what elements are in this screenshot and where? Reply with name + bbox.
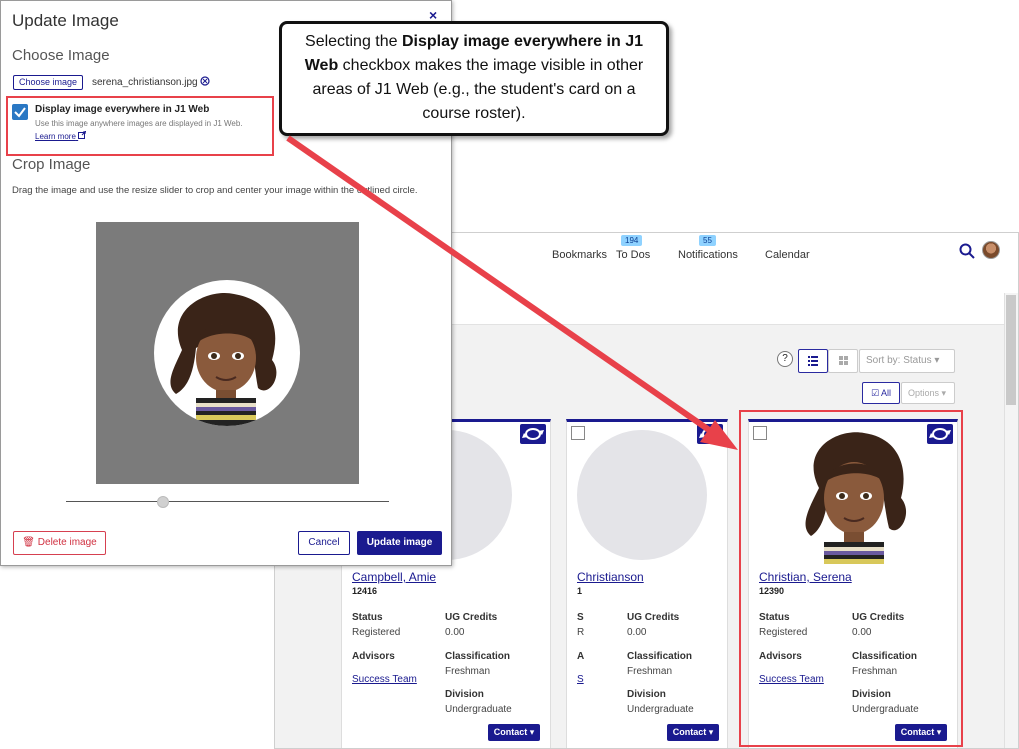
filename-text: serena_christianson.jpg — [92, 77, 198, 88]
select-all-button[interactable]: ☑ All — [862, 382, 900, 404]
display-everywhere-checkbox[interactable] — [12, 104, 28, 120]
crop-image-heading: Crop Image — [12, 156, 91, 173]
credits-label: UG Credits — [627, 612, 680, 623]
sort-by-label: Sort by: Status — [866, 355, 932, 366]
division-value: Undergraduate — [627, 704, 694, 715]
crop-canvas[interactable] — [96, 222, 359, 484]
advisors-label: A — [577, 651, 585, 662]
checkmark-icon — [14, 107, 26, 118]
nav-notifications[interactable]: Notifications — [678, 249, 738, 261]
contact-label: Contact — [672, 727, 707, 737]
grid-view-icon — [839, 356, 848, 365]
list-view-icon — [808, 356, 818, 366]
help-button[interactable]: ? — [777, 351, 793, 367]
choose-image-heading: Choose Image — [12, 47, 110, 64]
swap-icon — [699, 428, 721, 440]
options-dropdown[interactable]: Options ▾ — [901, 382, 955, 404]
chevron-down-icon: ▾ — [941, 388, 947, 398]
clear-file-icon[interactable] — [200, 76, 211, 86]
advisors-label: Advisors — [352, 651, 395, 662]
classification-value: Freshman — [445, 666, 491, 677]
grid-view-button[interactable] — [828, 349, 858, 373]
advisor-link[interactable]: S — [577, 674, 584, 685]
advisor-link[interactable]: Success Team — [352, 674, 417, 685]
student-id: 12416 — [352, 586, 378, 596]
student-id: 1 — [577, 586, 583, 596]
learn-more-label: Learn more — [35, 132, 76, 141]
student-card-christianson: Christianson 1 S R UG Credits 0.00 A S C… — [566, 419, 728, 748]
nav-todos[interactable]: To Dos — [616, 249, 650, 261]
contact-label: Contact — [493, 727, 528, 737]
chevron-down-icon: ▾ — [934, 355, 940, 366]
credits-value: 0.00 — [627, 627, 647, 638]
options-label: Options — [908, 388, 940, 398]
list-view-button[interactable] — [798, 349, 828, 373]
trash-icon: 🗑 — [22, 537, 35, 548]
status-label: S — [577, 612, 584, 623]
contact-button[interactable]: Contact ▾ — [667, 724, 719, 741]
status-value: R — [577, 627, 585, 638]
student-name-link[interactable]: Christianson — [577, 570, 644, 584]
division-label: Division — [627, 689, 666, 700]
status-value: Registered — [352, 627, 401, 638]
select-all-label: All — [881, 388, 892, 398]
learn-more-link[interactable]: Learn more — [35, 130, 87, 141]
display-everywhere-help: Use this image anywhere images are displ… — [35, 119, 243, 128]
delete-image-label: Delete image — [37, 537, 97, 548]
nav-bookmarks[interactable]: Bookmarks — [552, 249, 607, 261]
user-avatar[interactable] — [982, 241, 1000, 259]
credits-label: UG Credits — [445, 612, 498, 623]
contact-button[interactable]: Contact ▾ — [488, 724, 540, 741]
chevron-down-icon: ▾ — [529, 727, 535, 737]
swap-icon — [522, 428, 544, 440]
dialog-title: Update Image — [12, 11, 119, 30]
resize-slider-track[interactable] — [66, 501, 389, 502]
cancel-button[interactable]: Cancel — [298, 531, 350, 555]
swap-button[interactable] — [520, 424, 546, 444]
check-square-icon: ☑ — [870, 388, 880, 398]
crop-instructions: Drag the image and use the resize slider… — [12, 185, 418, 196]
swap-button[interactable] — [697, 424, 723, 444]
callout-text-post: checkbox makes the image visible in othe… — [312, 57, 644, 122]
student-name-link[interactable]: Campbell, Amie — [352, 570, 436, 584]
instruction-callout: Selecting the Display image everywhere i… — [279, 21, 669, 136]
delete-image-button[interactable]: 🗑 Delete image — [13, 531, 106, 555]
select-checkbox[interactable] — [571, 426, 585, 440]
status-label: Status — [352, 612, 383, 623]
classification-label: Classification — [445, 651, 511, 662]
display-everywhere-label[interactable]: Display image everywhere in J1 Web — [35, 104, 209, 115]
search-icon[interactable] — [959, 243, 975, 259]
callout-text-pre: Selecting the — [305, 33, 402, 50]
classification-value: Freshman — [627, 666, 673, 677]
notifications-badge: 55 — [699, 235, 716, 246]
todos-badge: 194 — [621, 235, 643, 246]
nav-calendar[interactable]: Calendar — [765, 249, 810, 261]
highlight-box-student-card — [739, 410, 963, 747]
crop-preview-photo — [170, 292, 277, 426]
chevron-down-icon: ▾ — [708, 727, 714, 737]
crop-circle[interactable] — [154, 280, 300, 426]
classification-label: Classification — [627, 651, 693, 662]
update-image-button[interactable]: Update image — [357, 531, 442, 555]
choose-image-button[interactable]: Choose image — [13, 75, 83, 90]
sort-by-select[interactable]: Sort by: Status ▾ — [859, 349, 955, 373]
division-label: Division — [445, 689, 484, 700]
credits-value: 0.00 — [445, 627, 465, 638]
selected-file: serena_christianson.jpg — [92, 76, 211, 88]
external-link-icon — [78, 130, 87, 139]
resize-slider-handle[interactable] — [156, 496, 169, 508]
photo-placeholder — [577, 430, 707, 560]
scrollbar-thumb[interactable] — [1006, 295, 1016, 405]
division-value: Undergraduate — [445, 704, 512, 715]
